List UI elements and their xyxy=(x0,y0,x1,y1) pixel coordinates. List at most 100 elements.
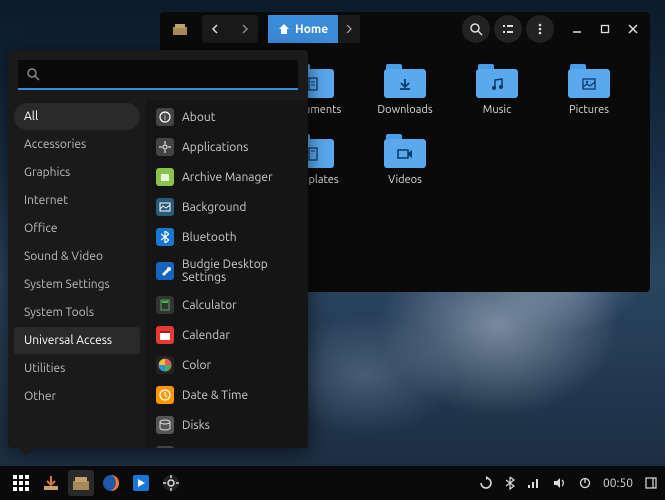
search-icon xyxy=(469,22,483,36)
folder-pictures[interactable]: Pictures xyxy=(548,64,630,116)
path-next-button[interactable] xyxy=(338,15,360,43)
menu-categories: AllAccessoriesGraphicsInternetOfficeSoun… xyxy=(8,100,146,448)
app-budgie-desktop-settings[interactable]: Budgie Desktop Settings xyxy=(150,252,304,290)
menu-applications: i About Applications Archive Manager Backgro… xyxy=(146,100,308,448)
menu-search-input[interactable] xyxy=(46,67,290,81)
app-about[interactable]: i About xyxy=(150,102,304,132)
category-internet[interactable]: Internet xyxy=(14,187,140,214)
app-label: Calculator xyxy=(182,299,237,312)
category-accessories[interactable]: Accessories xyxy=(14,131,140,158)
path-home-button[interactable]: Home xyxy=(268,15,338,43)
archive-icon[interactable] xyxy=(166,15,194,43)
task-media[interactable] xyxy=(128,470,154,496)
panel-tray: 00:50 xyxy=(479,476,657,490)
bottom-panel: 00:50 xyxy=(0,466,665,500)
menu-pointer xyxy=(18,448,34,456)
app-menu: AllAccessoriesGraphicsInternetOfficeSoun… xyxy=(8,50,308,448)
app-date-time[interactable]: Date & Time xyxy=(150,380,304,410)
settings-icon xyxy=(162,474,180,492)
task-settings[interactable] xyxy=(158,470,184,496)
app-icon xyxy=(156,356,174,374)
folder-label: Music xyxy=(483,104,511,116)
app-icon xyxy=(156,138,174,156)
app-background[interactable]: Background xyxy=(150,192,304,222)
file-manager-titlebar: Home xyxy=(160,12,650,46)
apps-grid-icon xyxy=(13,475,29,491)
category-system-tools[interactable]: System Tools xyxy=(14,299,140,326)
folder-label: Videos xyxy=(388,174,422,186)
bluetooth-tray-icon[interactable] xyxy=(505,476,515,490)
app-label: Disks xyxy=(182,419,210,432)
volume-icon[interactable] xyxy=(553,477,567,489)
app-disk-usage-analyzer[interactable]: Disk Usage Analyzer xyxy=(150,440,304,448)
folder-music[interactable]: Music xyxy=(456,64,538,116)
folder-downloads[interactable]: Downloads xyxy=(364,64,446,116)
folder-icon xyxy=(476,64,518,98)
app-launcher-button[interactable] xyxy=(8,470,34,496)
view-button[interactable] xyxy=(494,15,522,43)
app-calculator[interactable]: Calculator xyxy=(150,290,304,320)
category-system-settings[interactable]: System Settings xyxy=(14,271,140,298)
app-icon: i xyxy=(156,108,174,126)
folder-icon xyxy=(384,64,426,98)
app-label: About xyxy=(182,111,215,124)
app-icon xyxy=(156,198,174,216)
window-controls xyxy=(566,18,644,40)
folder-icon xyxy=(568,64,610,98)
category-all[interactable]: All xyxy=(14,103,140,130)
task-downloads[interactable] xyxy=(38,470,64,496)
app-icon xyxy=(156,296,174,314)
firefox-icon xyxy=(102,474,120,492)
panel-clock[interactable]: 00:50 xyxy=(603,477,633,490)
folder-label: Pictures xyxy=(569,104,609,116)
app-label: Background xyxy=(182,201,246,214)
app-label: Applications xyxy=(182,141,248,154)
app-calendar[interactable]: Calendar xyxy=(150,320,304,350)
app-label: Calendar xyxy=(182,329,230,342)
category-office[interactable]: Office xyxy=(14,215,140,242)
menu-button[interactable] xyxy=(526,15,554,43)
app-icon xyxy=(156,326,174,344)
close-button[interactable] xyxy=(622,18,644,40)
back-button[interactable] xyxy=(202,15,230,43)
home-icon xyxy=(278,23,290,35)
category-other[interactable]: Other xyxy=(14,383,140,410)
app-bluetooth[interactable]: Bluetooth xyxy=(150,222,304,252)
app-icon xyxy=(156,446,174,448)
nav-arrows xyxy=(202,15,258,43)
search-icon xyxy=(26,67,40,81)
search-button[interactable] xyxy=(462,15,490,43)
menu-search[interactable] xyxy=(18,60,298,90)
forward-button[interactable] xyxy=(230,15,258,43)
update-icon[interactable] xyxy=(479,476,493,490)
path-bar[interactable]: Home xyxy=(268,15,360,43)
app-icon xyxy=(156,262,174,280)
download-icon xyxy=(42,474,60,492)
panel-task-area xyxy=(8,470,184,496)
sidebar-toggle-icon[interactable] xyxy=(645,477,657,489)
app-archive-manager[interactable]: Archive Manager xyxy=(150,162,304,192)
app-applications[interactable]: Applications xyxy=(150,132,304,162)
app-label: Archive Manager xyxy=(182,171,273,184)
category-sound-video[interactable]: Sound & Video xyxy=(14,243,140,270)
folder-label: Downloads xyxy=(377,104,432,116)
category-graphics[interactable]: Graphics xyxy=(14,159,140,186)
task-files[interactable] xyxy=(68,470,94,496)
folder-videos[interactable]: Videos xyxy=(364,134,446,186)
app-icon xyxy=(156,228,174,246)
svg-text:i: i xyxy=(164,113,166,122)
task-firefox[interactable] xyxy=(98,470,124,496)
app-disks[interactable]: Disks xyxy=(150,410,304,440)
network-icon[interactable] xyxy=(527,477,541,489)
app-color[interactable]: Color xyxy=(150,350,304,380)
files-icon xyxy=(72,475,90,491)
app-label: Budgie Desktop Settings xyxy=(182,258,298,284)
app-icon xyxy=(156,416,174,434)
category-universal-access[interactable]: Universal Access xyxy=(14,327,140,354)
maximize-button[interactable] xyxy=(594,18,616,40)
minimize-button[interactable] xyxy=(566,18,588,40)
media-icon xyxy=(132,474,150,492)
category-utilities[interactable]: Utilities xyxy=(14,355,140,382)
power-icon[interactable] xyxy=(579,477,591,489)
list-icon xyxy=(501,22,515,36)
